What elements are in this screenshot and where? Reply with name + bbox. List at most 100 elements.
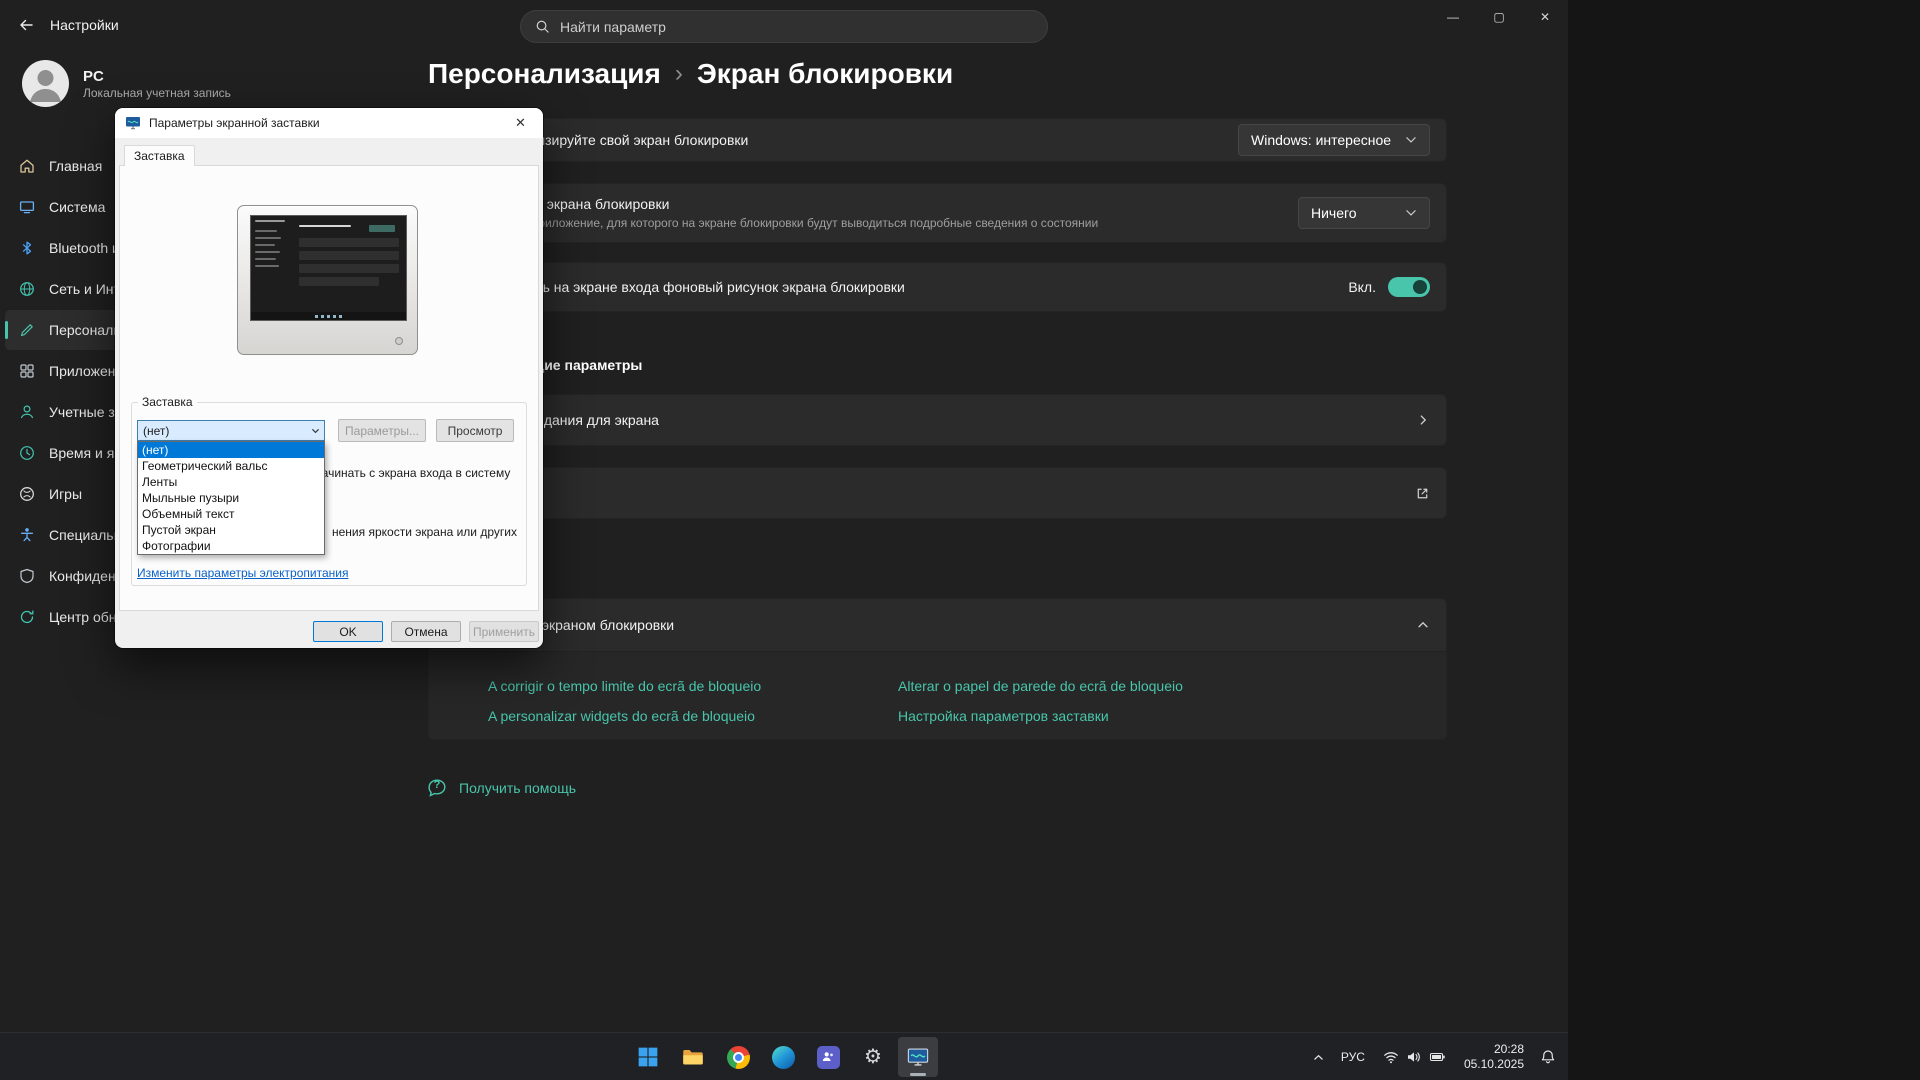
- signin-background-toggle[interactable]: [1388, 277, 1430, 297]
- screensaver-row[interactable]: Заставка: [428, 467, 1447, 519]
- lockscreen-status-row: Состояние экрана блокировки Выберите при…: [428, 183, 1447, 243]
- tray-overflow-button[interactable]: [1308, 1047, 1329, 1068]
- maximize-button[interactable]: ▢: [1476, 0, 1522, 33]
- edge-icon: [772, 1046, 795, 1069]
- wifi-icon: [1383, 1049, 1399, 1065]
- battery-icon: [1429, 1049, 1446, 1065]
- teams-icon: [817, 1046, 840, 1069]
- dropdown-option[interactable]: Ленты: [138, 474, 324, 490]
- notification-center-button[interactable]: [1536, 1045, 1560, 1069]
- back-arrow-icon: [18, 17, 34, 33]
- teams-button[interactable]: [808, 1037, 848, 1077]
- help-link[interactable]: Настройка параметров заставки: [898, 708, 1109, 724]
- chevron-right-icon: [1416, 412, 1430, 428]
- bell-icon: [1540, 1049, 1556, 1065]
- row-title: Состояние экрана блокировки: [473, 196, 1098, 212]
- chevron-down-icon: [311, 428, 320, 434]
- screensaver-combobox[interactable]: (нет): [137, 420, 325, 441]
- breadcrumb: Персонализация › Экран блокировки: [428, 58, 953, 90]
- search-input[interactable]: [560, 19, 1033, 35]
- volume-icon: [1406, 1049, 1422, 1065]
- help-link[interactable]: A personalizar widgets do ecrã de bloque…: [488, 708, 755, 724]
- tab-screensaver[interactable]: Заставка: [124, 145, 195, 166]
- change-power-settings-link[interactable]: Изменить параметры электропитания: [137, 566, 348, 580]
- settings-button[interactable]: ⚙: [853, 1037, 893, 1077]
- energy-text: нения яркости экрана или других: [332, 525, 517, 539]
- taskbar: ⚙ РУС 20:28 05.10.2025: [0, 1032, 1568, 1080]
- help-link[interactable]: A corrigir o tempo limite do ecrã de blo…: [488, 678, 761, 694]
- dropdown-option[interactable]: Фотографии: [138, 538, 324, 554]
- user-subtitle: Локальная учетная запись: [83, 86, 231, 100]
- toggle-state-label: Вкл.: [1348, 279, 1376, 295]
- screensaver-options-button[interactable]: Параметры...: [338, 419, 426, 442]
- help-bubble-icon: [427, 778, 447, 798]
- avatar: [22, 60, 69, 107]
- file-explorer-button[interactable]: [673, 1037, 713, 1077]
- clock-icon: [19, 445, 35, 461]
- person-icon: [22, 60, 69, 107]
- dropdown-option[interactable]: Геометрический вальс: [138, 458, 324, 474]
- xbox-icon: [19, 486, 35, 502]
- lockscreen-background-select[interactable]: Windows: интересное: [1238, 124, 1430, 156]
- globe-icon: [19, 281, 35, 297]
- dropdown-option[interactable]: (нет): [138, 442, 324, 458]
- preview-taskbar: [251, 312, 406, 320]
- help-accordion: Помощь с экраном блокировки A corrigir o…: [428, 598, 1447, 740]
- chrome-icon: [727, 1046, 750, 1069]
- app-title: Настройки: [50, 17, 119, 33]
- screensaver-settings-dialog: Параметры экранной заставки ✕ Заставка: [115, 108, 543, 648]
- page-title: Экран блокировки: [697, 58, 953, 90]
- user-account[interactable]: PC Локальная учетная запись: [22, 60, 231, 107]
- windows-logo-icon: [637, 1046, 659, 1068]
- dropdown-option[interactable]: Пустой экран: [138, 522, 324, 538]
- help-link[interactable]: Alterar o papel de parede do ecrã de blo…: [898, 678, 1183, 694]
- desktop-screen: Настройки — ▢ ✕ PC Локальная учетная зап…: [0, 0, 1568, 1080]
- dialog-titlebar: Параметры экранной заставки: [115, 108, 543, 138]
- screen-timeout-row[interactable]: Время ожидания для экрана: [428, 394, 1447, 446]
- screensaver-dialog-taskbar-button[interactable]: [898, 1037, 938, 1077]
- chrome-button[interactable]: [718, 1037, 758, 1077]
- screensaver-preview-monitor: [237, 205, 418, 355]
- quick-settings[interactable]: [1377, 1045, 1452, 1069]
- apply-button[interactable]: Применить: [469, 621, 539, 642]
- chevron-down-icon: [1405, 136, 1417, 144]
- minimize-button[interactable]: —: [1430, 0, 1476, 33]
- brush-icon: [19, 322, 35, 338]
- screensaver-window-icon: [907, 1046, 929, 1068]
- ok-button[interactable]: OK: [313, 621, 383, 642]
- tray-time: 20:28: [1464, 1042, 1524, 1057]
- signin-background-row: Показывать на экране входа фоновый рисун…: [428, 262, 1447, 312]
- edge-button[interactable]: [763, 1037, 803, 1077]
- back-button[interactable]: [14, 13, 38, 37]
- system-icon: [19, 199, 35, 215]
- cancel-button[interactable]: Отмена: [391, 621, 461, 642]
- shield-icon: [19, 568, 35, 584]
- taskbar-icons: ⚙: [628, 1037, 938, 1077]
- bluetooth-icon: [19, 240, 35, 256]
- close-button[interactable]: ✕: [1522, 0, 1568, 33]
- apps-grid-icon: [19, 363, 35, 379]
- preview-screen: [250, 215, 407, 321]
- help-accordion-header[interactable]: Помощь с экраном блокировки: [429, 599, 1446, 651]
- search-box[interactable]: [520, 10, 1048, 43]
- breadcrumb-separator: ›: [675, 60, 683, 88]
- screensaver-app-icon: [125, 115, 141, 131]
- dropdown-option[interactable]: Объемный текст: [138, 506, 324, 522]
- dialog-close-button[interactable]: ✕: [498, 108, 543, 138]
- breadcrumb-parent[interactable]: Персонализация: [428, 58, 661, 90]
- dropdown-option[interactable]: Мыльные пузыри: [138, 490, 324, 506]
- folder-icon: [681, 1045, 705, 1069]
- start-on-signin-label: Начинать с экрана входа в систему: [313, 466, 510, 480]
- start-button[interactable]: [628, 1037, 668, 1077]
- window-controls: — ▢ ✕: [1430, 0, 1568, 33]
- clock[interactable]: 20:28 05.10.2025: [1464, 1042, 1524, 1072]
- chevron-down-icon: [1405, 209, 1417, 217]
- get-help-link[interactable]: Получить помощь: [427, 778, 576, 798]
- help-links-panel: A corrigir o tempo limite do ecrã de blo…: [429, 651, 1446, 739]
- user-name: PC: [83, 68, 231, 86]
- search-icon: [535, 19, 550, 34]
- lockscreen-status-select[interactable]: Ничего: [1298, 197, 1430, 229]
- language-indicator[interactable]: РУС: [1341, 1050, 1365, 1064]
- gear-icon: ⚙: [864, 1047, 882, 1067]
- screensaver-preview-button[interactable]: Просмотр: [436, 419, 514, 442]
